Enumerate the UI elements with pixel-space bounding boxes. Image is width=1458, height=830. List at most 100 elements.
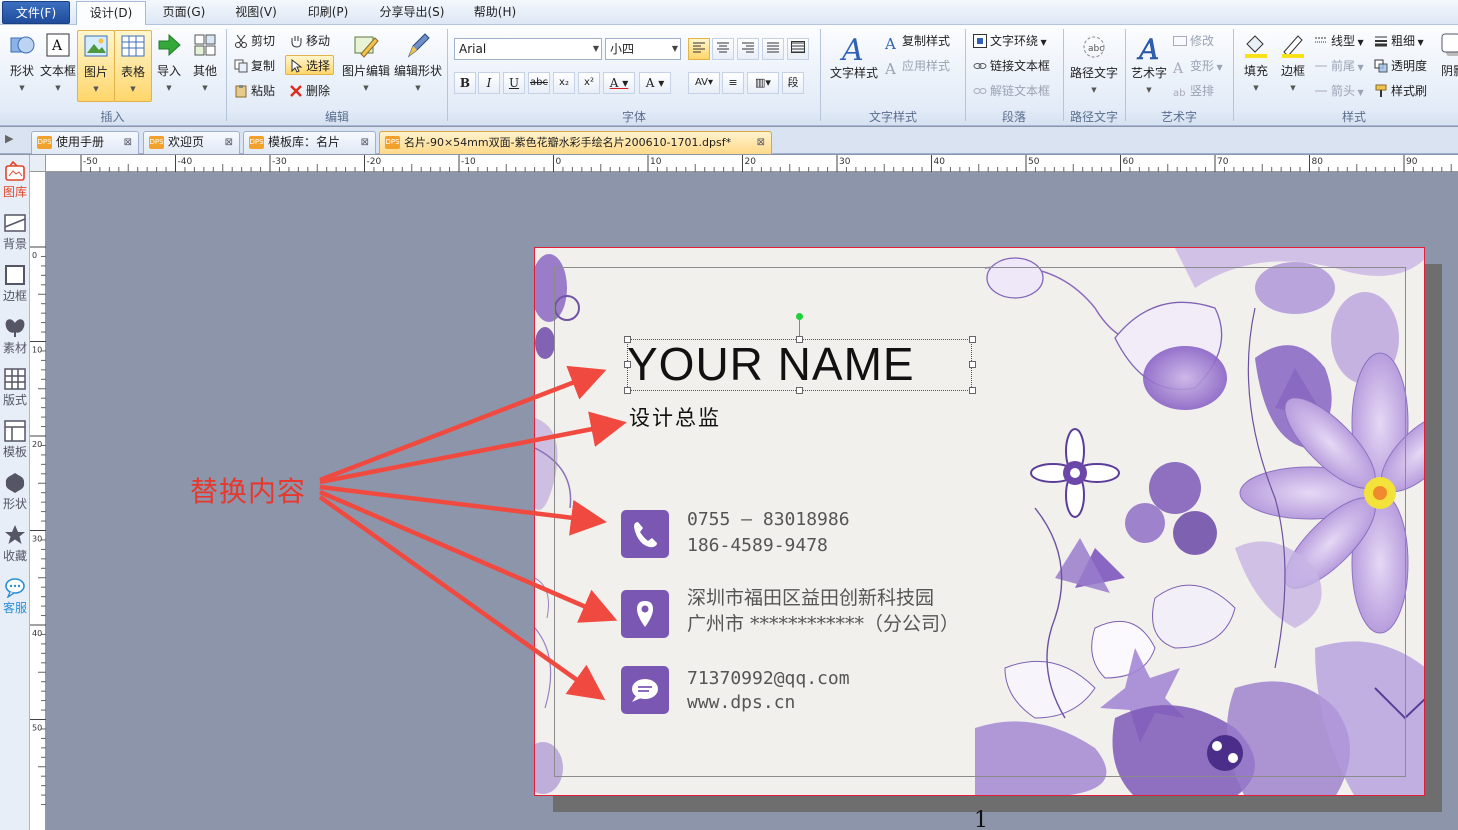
text-style-button[interactable]: A 文字样式 [828, 30, 880, 102]
sidebar-item-background[interactable]: 背景 [0, 207, 30, 259]
art-text-button[interactable]: A 艺术字 ▼ [1129, 30, 1169, 102]
format-painter-button[interactable]: 样式刷 [1374, 81, 1427, 101]
card-job-title-text[interactable]: 设计总监 [629, 402, 721, 432]
select-button[interactable]: 选择 [285, 55, 335, 75]
copy-icon [234, 59, 248, 73]
menu-view[interactable]: 视图(V) [224, 1, 288, 24]
close-icon[interactable]: ⊠ [757, 132, 765, 153]
phone-number-2[interactable]: 186-4589-9478 [687, 533, 828, 559]
underline-button[interactable]: U [503, 72, 525, 94]
table-button[interactable]: 表格 ▼ [114, 30, 152, 102]
sidebar-item-border[interactable]: 边框 [0, 259, 30, 311]
move-button[interactable]: 移动 [289, 31, 330, 51]
thickness-button[interactable]: 粗细 ▼ [1374, 31, 1424, 51]
paste-button[interactable]: 粘贴 [234, 81, 275, 101]
art-text-transform-button[interactable]: A 变形 ▼ [1173, 56, 1223, 77]
front-arrow-button[interactable]: 前尾 ▼ [1314, 56, 1364, 76]
font-size-increase-button[interactable]: A ▾ [639, 72, 671, 94]
menu-print[interactable]: 印刷(P) [296, 1, 360, 24]
group-label-font: 字体 [621, 110, 646, 124]
text-wrap-button[interactable]: 文字环绕 ▼ [973, 31, 1047, 51]
columns-button[interactable]: ▥▾ [747, 72, 779, 94]
tab-welcome[interactable]: DPS 欢迎页 ⊠ [143, 131, 240, 154]
justify-button[interactable] [762, 38, 784, 60]
font-size-select[interactable]: 小四 ▼ [605, 38, 681, 60]
unlink-textbox-button[interactable]: 解链文本框 [973, 81, 1050, 101]
font-family-select[interactable]: Arial ▼ [454, 38, 602, 60]
sidebar-item-gallery[interactable]: 图库 [0, 155, 30, 207]
art-text-vertical-button[interactable]: ab 竖排 [1173, 81, 1214, 101]
phone-number-1[interactable]: 0755 — 83018986 [687, 507, 850, 533]
textbox-icon: A [45, 32, 71, 58]
image-button[interactable]: 图片 ▼ [77, 30, 115, 102]
close-icon[interactable]: ⊠ [225, 132, 233, 153]
link-textbox-button[interactable]: 链接文本框 [973, 56, 1050, 76]
import-button[interactable]: 导入 ▼ [150, 30, 188, 102]
line-spacing-button[interactable]: ≡ [722, 72, 744, 94]
menu-page[interactable]: 页面(G) [152, 1, 216, 24]
paragraph-button[interactable]: 段 [782, 72, 804, 94]
transparency-button[interactable]: 透明度 [1374, 56, 1427, 76]
copy-style-button[interactable]: A 复制样式 [885, 31, 950, 53]
menu-design[interactable]: 设计(D) [76, 1, 146, 26]
horizontal-ruler[interactable]: -50 -40 -30 -20 -10 0 10 20 30 40 50 60 70 80 90 [46, 155, 1458, 172]
website-text[interactable]: www.dps.cn [687, 690, 795, 716]
superscript-button[interactable]: x² [578, 72, 600, 94]
resize-handle[interactable] [969, 361, 976, 368]
distribute-button[interactable] [787, 38, 809, 60]
line-type-button[interactable]: 线型 ▼ [1314, 31, 1364, 51]
align-right-button[interactable] [737, 38, 759, 60]
bold-button[interactable]: B [454, 72, 476, 94]
edit-shape-button[interactable]: 编辑形状 ▼ [393, 30, 443, 102]
resize-handle[interactable] [969, 336, 976, 343]
ruler-label: 0 [32, 251, 37, 260]
align-center-button[interactable] [712, 38, 734, 60]
fill-button[interactable]: 填充 ▼ [1237, 30, 1275, 102]
art-text-modify-button[interactable]: 修改 [1173, 31, 1214, 51]
cut-button[interactable]: 剪切 [234, 31, 275, 51]
menu-share-export[interactable]: 分享导出(S) [368, 1, 456, 24]
textbox-button[interactable]: A 文本框 ▼ [39, 30, 77, 102]
delete-button[interactable]: 删除 [289, 81, 330, 101]
italic-button[interactable]: I [478, 72, 500, 94]
sidebar-item-customer-service[interactable]: 客服 [0, 571, 30, 623]
business-card-page[interactable]: YOUR NAME 设计总监 0755 — 83018986 186-4589-… [534, 247, 1425, 796]
subscript-button[interactable]: x₂ [553, 72, 575, 94]
close-icon[interactable]: ⊠ [361, 132, 369, 153]
menu-file[interactable]: 文件(F) [2, 1, 70, 24]
sidebar-item-layout[interactable]: 版式 [0, 363, 30, 415]
address-line-2[interactable]: 广州市 ************（分公司） [687, 611, 959, 637]
rotation-handle[interactable] [796, 313, 803, 320]
tab-business-card-document[interactable]: DPS 名片-90×54mm双面-紫色花瓣水彩手绘名片200610-1701.dp… [379, 131, 772, 154]
arrow-button[interactable]: 箭头 ▼ [1314, 81, 1364, 101]
tab-scroll-icon[interactable]: ▶ [5, 132, 13, 145]
sidebar-item-favorite[interactable]: 收藏 [0, 519, 30, 571]
tab-user-manual[interactable]: DPS 使用手册 ⊠ [31, 131, 139, 154]
card-name-text[interactable]: YOUR NAME [627, 338, 915, 390]
path-text-button[interactable]: abc 路径文字 ▼ [1068, 30, 1120, 102]
border-button[interactable]: 边框 ▼ [1274, 30, 1312, 102]
vertical-ruler[interactable]: 0 10 20 30 40 50 [30, 172, 46, 830]
resize-handle[interactable] [969, 387, 976, 394]
font-color-button[interactable]: A ▾ [603, 72, 635, 94]
left-sidebar: 图库 背景 边框 素材 版式 模板 形状 收藏 客服 [0, 155, 30, 830]
sidebar-item-material[interactable]: 素材 [0, 311, 30, 363]
shape-button[interactable]: 形状 ▼ [3, 30, 41, 102]
annotation-label: 替换内容 [190, 475, 307, 508]
sidebar-item-shape[interactable]: 形状 [0, 467, 30, 519]
tab-template-library[interactable]: DPS 模板库：名片 ⊠ [243, 131, 376, 154]
other-button[interactable]: 其他 ▼ [186, 30, 224, 102]
close-icon[interactable]: ⊠ [124, 132, 132, 153]
apply-style-button[interactable]: A 应用样式 [885, 56, 950, 78]
char-spacing-button[interactable]: AV▾ [688, 72, 720, 94]
sidebar-item-template[interactable]: 模板 [0, 415, 30, 467]
address-line-1[interactable]: 深圳市福田区益田创新科技园 [687, 585, 934, 611]
strikethrough-button[interactable]: abc [528, 72, 550, 94]
email-text[interactable]: 71370992@qq.com [687, 666, 850, 692]
copy-button[interactable]: 复制 [234, 56, 275, 76]
menu-help[interactable]: 帮助(H) [462, 1, 528, 24]
image-edit-button[interactable]: 图片编辑 ▼ [342, 30, 390, 102]
shadow-button[interactable]: 阴影 [1438, 30, 1458, 102]
align-left-button[interactable] [688, 38, 710, 60]
vertical-text-icon: ab [1173, 87, 1186, 99]
